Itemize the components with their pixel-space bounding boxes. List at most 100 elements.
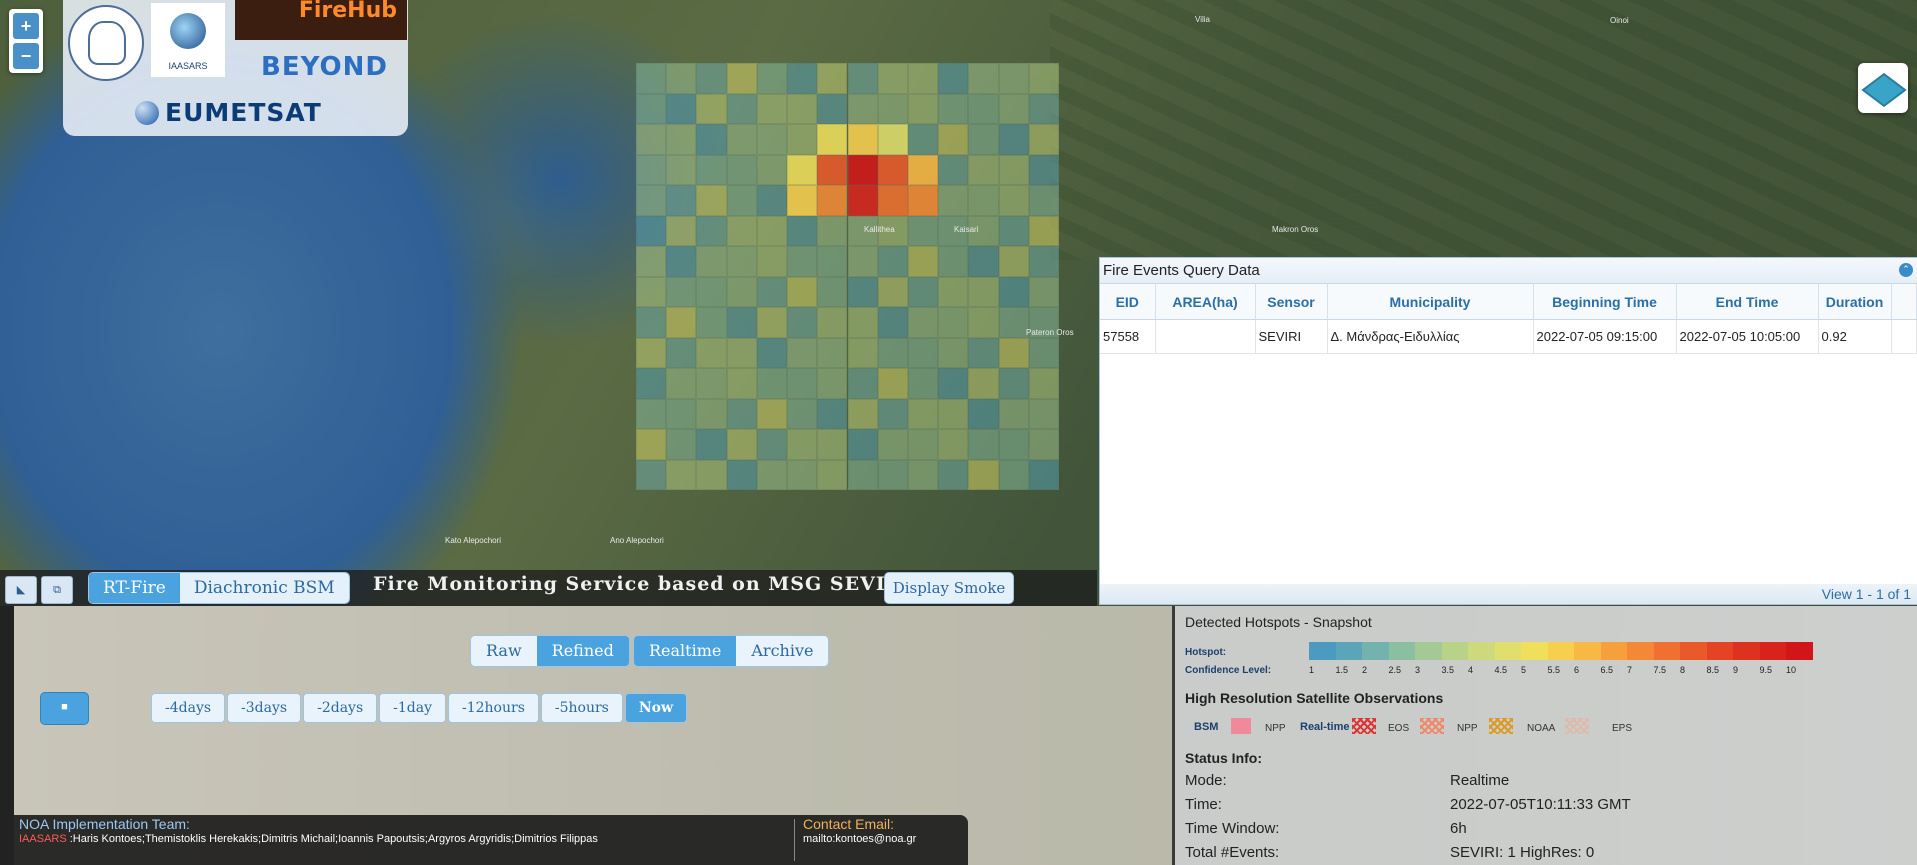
scale-swatch (1653, 642, 1680, 660)
tab-diachronic-bsm[interactable]: Diachronic BSM (179, 573, 349, 603)
place-label: Ano Alepochori (610, 536, 664, 545)
time-12hours-button[interactable]: -12hours (448, 693, 539, 723)
confidence-color-scale (1309, 642, 1813, 660)
grid-cell (726, 154, 757, 185)
grid-cell (726, 368, 757, 399)
place-label: Kaisari (954, 225, 979, 234)
grid-cell (636, 246, 667, 277)
grid-cell (787, 337, 818, 368)
grid-cell (968, 368, 999, 399)
grid-cell (636, 368, 667, 399)
grid-cell (907, 459, 939, 490)
grid-cell (968, 276, 999, 307)
grid-cell (847, 185, 878, 216)
grid-cell (726, 398, 757, 429)
grid-cell (877, 185, 908, 216)
noaa-label: NOAA (1527, 723, 1556, 734)
scale-swatch (1627, 642, 1654, 660)
grid-cell (817, 63, 848, 94)
grid-cell (817, 368, 848, 399)
time-now-button[interactable]: Now (624, 693, 688, 723)
grid-cell (696, 63, 727, 94)
zoom-out-button[interactable]: − (13, 43, 39, 69)
grid-cell (817, 154, 848, 185)
grid-cell (666, 337, 697, 368)
contact-heading: Contact Email: (803, 816, 895, 832)
window-icon[interactable]: ⧉ (41, 576, 73, 604)
grid-cell (877, 93, 908, 124)
stop-button[interactable]: ■ (40, 692, 89, 725)
grid-cell (907, 185, 939, 216)
grid-cell (726, 93, 757, 124)
grid-cell (696, 124, 727, 155)
column-header-municipality[interactable]: Municipality (1327, 284, 1534, 320)
place-label: Kallithea (864, 225, 895, 234)
scale-label: 5 (1521, 665, 1527, 675)
realtime-button[interactable]: Realtime (634, 636, 737, 666)
time-value: 2022-07-05T10:11:33 GMT (1450, 796, 1631, 813)
hotspot-grid (636, 63, 1059, 490)
display-smoke-button[interactable]: Display Smoke (884, 572, 1014, 604)
archive-button[interactable]: Archive (736, 636, 829, 666)
table-row[interactable]: 57558 SEVIRI Δ. Μάνδρας-Ειδυλλίας 2022-0… (1100, 319, 1917, 354)
column-header-eid[interactable]: EID (1100, 284, 1156, 320)
column-header-sensor[interactable]: Sensor (1255, 284, 1328, 320)
grid-cell (817, 185, 848, 216)
grid-cell (666, 276, 697, 307)
grid-cell (817, 459, 848, 490)
grid-cell (907, 368, 939, 399)
layers-icon (1861, 72, 1907, 108)
grid-cell (787, 215, 818, 246)
scale-swatch (1388, 642, 1415, 660)
grid-cell (787, 246, 818, 277)
column-header-area[interactable]: AREA(ha) (1155, 284, 1256, 320)
time-2days-button[interactable]: -2days (303, 693, 378, 723)
grid-cell (877, 398, 908, 429)
scale-swatch (1733, 642, 1760, 660)
time-1day-button[interactable]: -1day (379, 693, 446, 723)
grid-cell (666, 215, 697, 246)
grid-cell (1028, 63, 1059, 94)
grid-cell (907, 215, 939, 246)
time-3days-button[interactable]: -3days (227, 693, 302, 723)
grid-cell (938, 276, 969, 307)
scale-label: 1 (1309, 665, 1315, 675)
place-label: Pateron Oros (1026, 328, 1074, 337)
grid-cell (1028, 154, 1059, 185)
scale-swatch (1521, 642, 1548, 660)
layer-switcher-button[interactable] (1858, 63, 1908, 113)
grid-cell (968, 246, 999, 277)
grid-cell (666, 246, 697, 277)
grid-cell (1028, 429, 1059, 460)
scale-label: 9.5 (1759, 665, 1773, 675)
column-header-beginning-time[interactable]: Beginning Time (1533, 284, 1677, 320)
scale-label: 9 (1733, 665, 1739, 675)
zoom-in-button[interactable]: + (13, 13, 39, 39)
grid-cell (938, 337, 969, 368)
refined-button[interactable]: Refined (536, 636, 629, 666)
contact-email-link[interactable]: mailto:kontoes@noa.gr (803, 833, 916, 845)
grid-cell (696, 459, 727, 490)
grid-cell (696, 337, 727, 368)
eps-label: EPS (1612, 723, 1633, 734)
grid-cell (968, 124, 999, 155)
scale-label: 1.5 (1335, 665, 1349, 675)
scale-label: 8 (1680, 665, 1686, 675)
tab-rt-fire[interactable]: RT-Fire (89, 573, 180, 603)
grid-cell (696, 429, 727, 460)
grid-cell (696, 154, 727, 185)
grid-cell (1028, 459, 1059, 490)
time-5hours-button[interactable]: -5hours (540, 693, 623, 723)
raw-button[interactable]: Raw (471, 636, 537, 666)
total-events-label: Total #Events: (1185, 844, 1280, 861)
column-header-duration[interactable]: Duration (1818, 284, 1892, 320)
collapse-icon[interactable]: ⌃ (1899, 263, 1913, 277)
grid-cell (968, 429, 999, 460)
grid-cell (1028, 124, 1059, 155)
grid-cell (1028, 185, 1059, 216)
column-header-end-time[interactable]: End Time (1676, 284, 1819, 320)
time-4days-button[interactable]: -4days (151, 693, 226, 723)
team-credits: NOA Implementation Team: IAASARS :Haris … (14, 815, 968, 865)
grid-cell (696, 93, 727, 124)
pointer-icon[interactable]: ◣ (5, 576, 37, 604)
